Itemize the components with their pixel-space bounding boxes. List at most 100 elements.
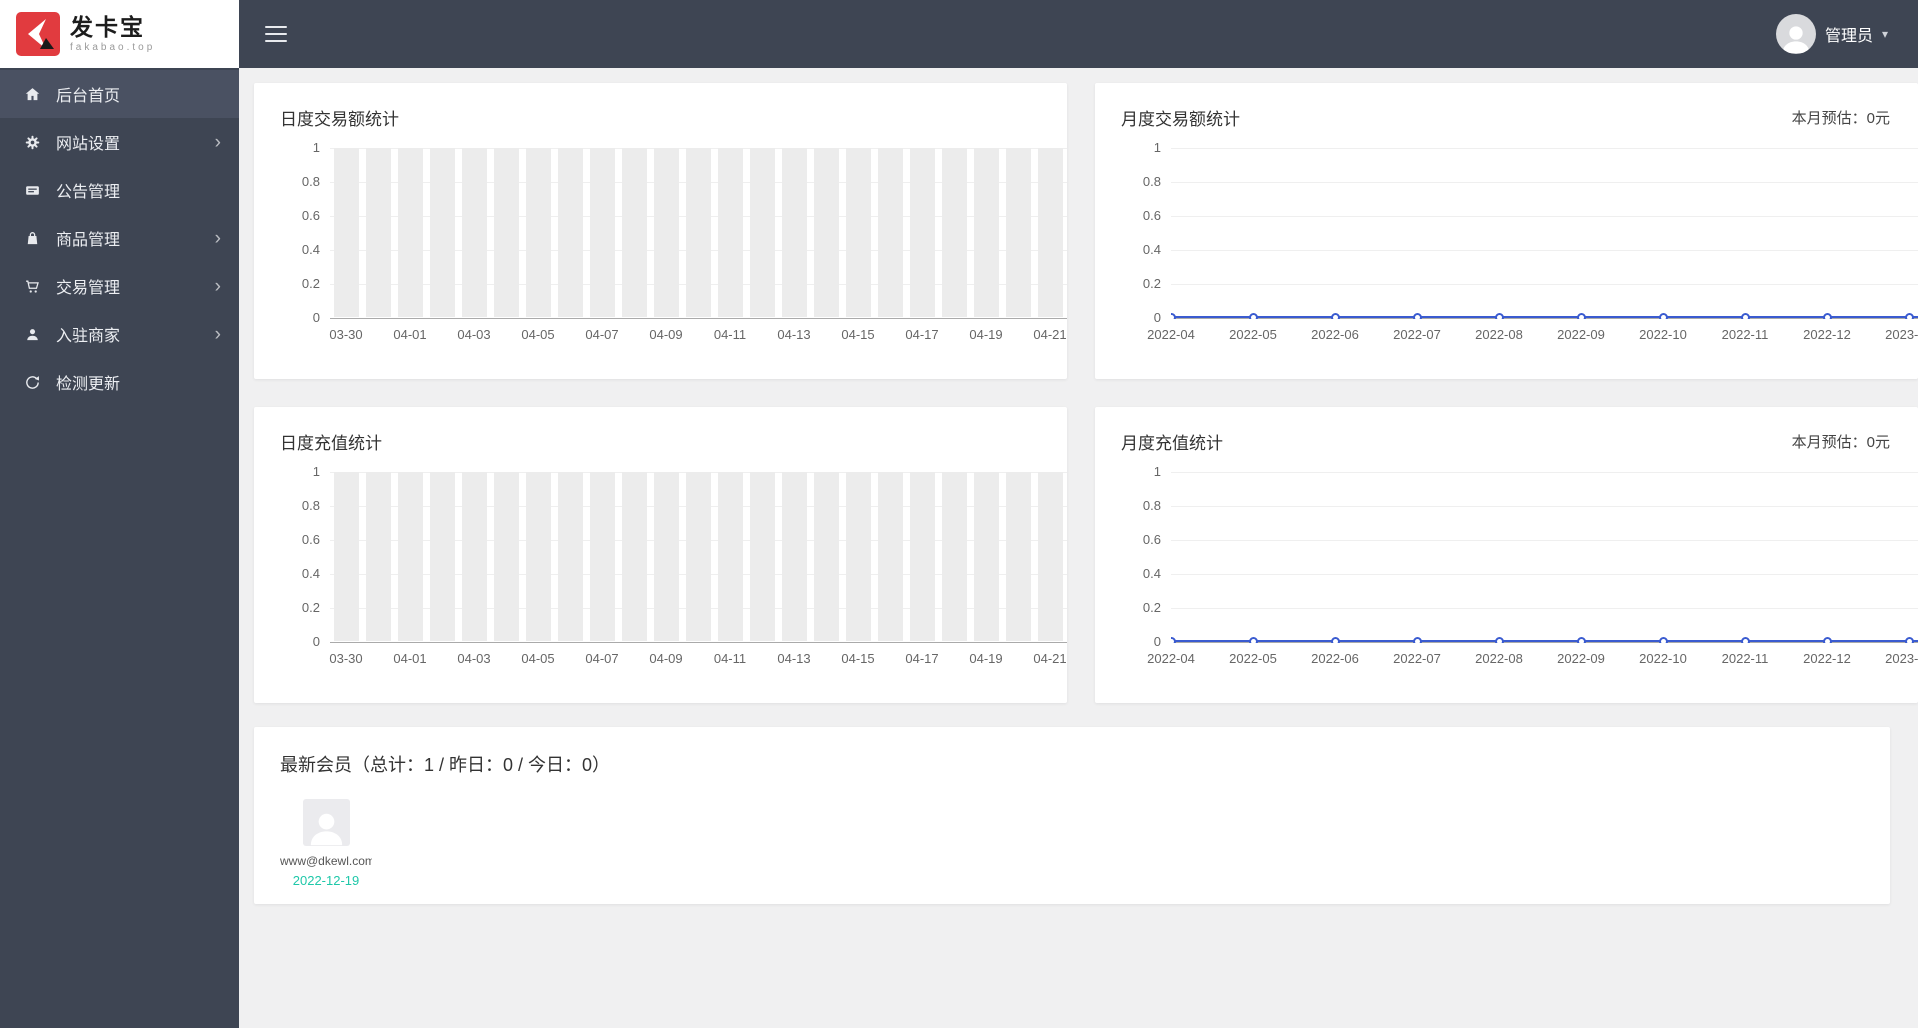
x-tick-label: 2022-09 (1557, 651, 1605, 666)
monthly-recharge-chart: 0 0.2 0.4 0.6 0.8 1 2022-04 2022-05 2022-06 2022-… (1095, 460, 1918, 674)
card-title: 月度充值统计 (1121, 434, 1223, 453)
bar-stripe (845, 472, 871, 641)
data-point (1740, 312, 1750, 319)
plot-inner (330, 148, 1067, 319)
y-tick-label: 0 (312, 310, 320, 325)
monthly-trade-card: 月度交易额统计 本月预估：0元 0 0.2 0.4 0.6 0.8 1 2022-04 202… (1095, 83, 1918, 379)
brand-domain: fakabao.top (70, 42, 156, 54)
y-tick-label: 0 (1153, 634, 1161, 649)
sidebar-item-announcements[interactable]: 公告管理 (0, 166, 239, 214)
sidebar-item-products[interactable]: 商品管理 › (0, 214, 239, 262)
bar-stripe (621, 148, 647, 317)
y-tick-label: 0.4 (301, 242, 320, 257)
bar-stripe (973, 148, 999, 317)
bar-stripe (813, 148, 839, 317)
sidebar-item-label: 检测更新 (56, 376, 121, 393)
sidebar-item-label: 商品管理 (56, 232, 121, 249)
bar-stripe (749, 472, 775, 641)
bar-stripe (493, 472, 519, 641)
daily-recharge-chart: 0 0.2 0.4 0.6 0.8 1 03-30 04-01 04-03 04-05 04-07 0… (254, 460, 1067, 674)
bar-stripe (685, 472, 711, 641)
bar-stripe (525, 472, 551, 641)
data-point (1740, 636, 1750, 643)
data-point (1330, 312, 1340, 319)
latest-members-title: 最新会员（总计：1 / 昨日：0 / 今日：0） (280, 755, 611, 775)
sidebar-nav: 后台首页 网站设置 › 公告管理 商品管理 › 交易管理 › 入驻商家 › 检测… (0, 68, 239, 406)
sidebar-item-site-settings[interactable]: 网站设置 › (0, 118, 239, 166)
y-tick-label: 0.4 (1142, 566, 1161, 581)
member-list-item[interactable]: www@dkewl.com 2022-12-19 (280, 799, 372, 888)
brand-logo[interactable]: 发卡宝 fakabao.top (0, 0, 239, 68)
x-axis-inner: 03-30 04-01 04-03 04-05 04-07 04-09 04-11 04-13… (329, 325, 1067, 345)
card-header: 月度交易额统计 本月预估：0元 (1095, 83, 1918, 130)
y-tick-label: 0.4 (1142, 242, 1161, 257)
data-point (1822, 312, 1832, 319)
x-tick-label: 2022-08 (1475, 327, 1523, 342)
series-line (1171, 316, 1918, 318)
y-tick-label: 0 (1153, 310, 1161, 325)
bar-stripe (461, 472, 487, 641)
bag-icon (23, 229, 41, 247)
data-point (1248, 312, 1258, 319)
grid-line (1171, 540, 1918, 541)
monthly-estimate-label: 本月预估：0元 (1791, 434, 1890, 451)
y-tick-label: 0.8 (301, 174, 320, 189)
bar-stripe (1005, 148, 1031, 317)
menu-toggle-button[interactable] (265, 26, 287, 42)
bar-stripe (365, 472, 391, 641)
bar-stripe (493, 148, 519, 317)
grid-line (1171, 608, 1918, 609)
bar-stripe (525, 148, 551, 317)
person-icon (23, 325, 41, 343)
x-tick-label: 2022-07 (1393, 651, 1441, 666)
y-tick-label: 1 (1153, 140, 1161, 155)
brand-name: 发卡宝 (70, 13, 145, 40)
data-point (1904, 636, 1914, 643)
sidebar-item-check-update[interactable]: 检测更新 (0, 358, 239, 406)
bar-stripe (685, 148, 711, 317)
user-name: 管理员 (1824, 28, 1873, 45)
home-icon (23, 85, 41, 103)
chevron-right-icon: › (214, 227, 221, 249)
user-menu[interactable]: 管理员 ▾ (1775, 14, 1888, 54)
plot-area (1171, 148, 1918, 319)
sidebar-item-label: 公告管理 (56, 184, 121, 201)
data-point (1171, 312, 1176, 319)
x-tick-label: 2022-12 (1803, 651, 1851, 666)
x-tick-label: 2022-07 (1393, 327, 1441, 342)
x-axis-inner: 2022-04 2022-05 2022-06 2022-07 2022-08 2022-… (1147, 325, 1918, 345)
plot-area (330, 472, 1067, 643)
member-join-date: 2022-12-19 (292, 873, 360, 888)
sidebar-item-label: 后台首页 (56, 88, 121, 105)
chevron-right-icon: › (214, 323, 221, 345)
y-tick-label: 0.4 (301, 566, 320, 581)
refresh-icon (23, 373, 41, 391)
bar-stripe (909, 472, 935, 641)
x-axis-labels: 2022-04 2022-05 2022-06 2022-07 2022-08 2022-… (1095, 325, 1918, 345)
sidebar-item-dashboard[interactable]: 后台首页 (0, 70, 239, 118)
plot-inner (1171, 148, 1918, 319)
bar-stripe (429, 148, 455, 317)
plot-area (1171, 472, 1918, 643)
bar-stripe (653, 472, 679, 641)
series-line (1171, 640, 1918, 642)
topbar: 管理员 ▾ (239, 0, 1918, 68)
bar-stripe (461, 148, 487, 317)
bar-stripe (1037, 472, 1063, 641)
data-point (1494, 312, 1504, 319)
bar-stripe (749, 148, 775, 317)
grid-line (1171, 250, 1918, 251)
grid-line (1171, 148, 1918, 149)
bar-stripe (813, 472, 839, 641)
bar-stripe (941, 472, 967, 641)
y-tick-label: 0.8 (301, 498, 320, 513)
y-tick-label: 0.8 (1142, 174, 1161, 189)
plot-inner (1171, 472, 1918, 643)
bar-stripe (1037, 148, 1063, 317)
data-point (1171, 636, 1176, 643)
y-tick-label: 0.2 (301, 276, 320, 291)
data-point (1494, 636, 1504, 643)
sidebar-item-trades[interactable]: 交易管理 › (0, 262, 239, 310)
sidebar-item-merchants[interactable]: 入驻商家 › (0, 310, 239, 358)
grid-line (1171, 574, 1918, 575)
